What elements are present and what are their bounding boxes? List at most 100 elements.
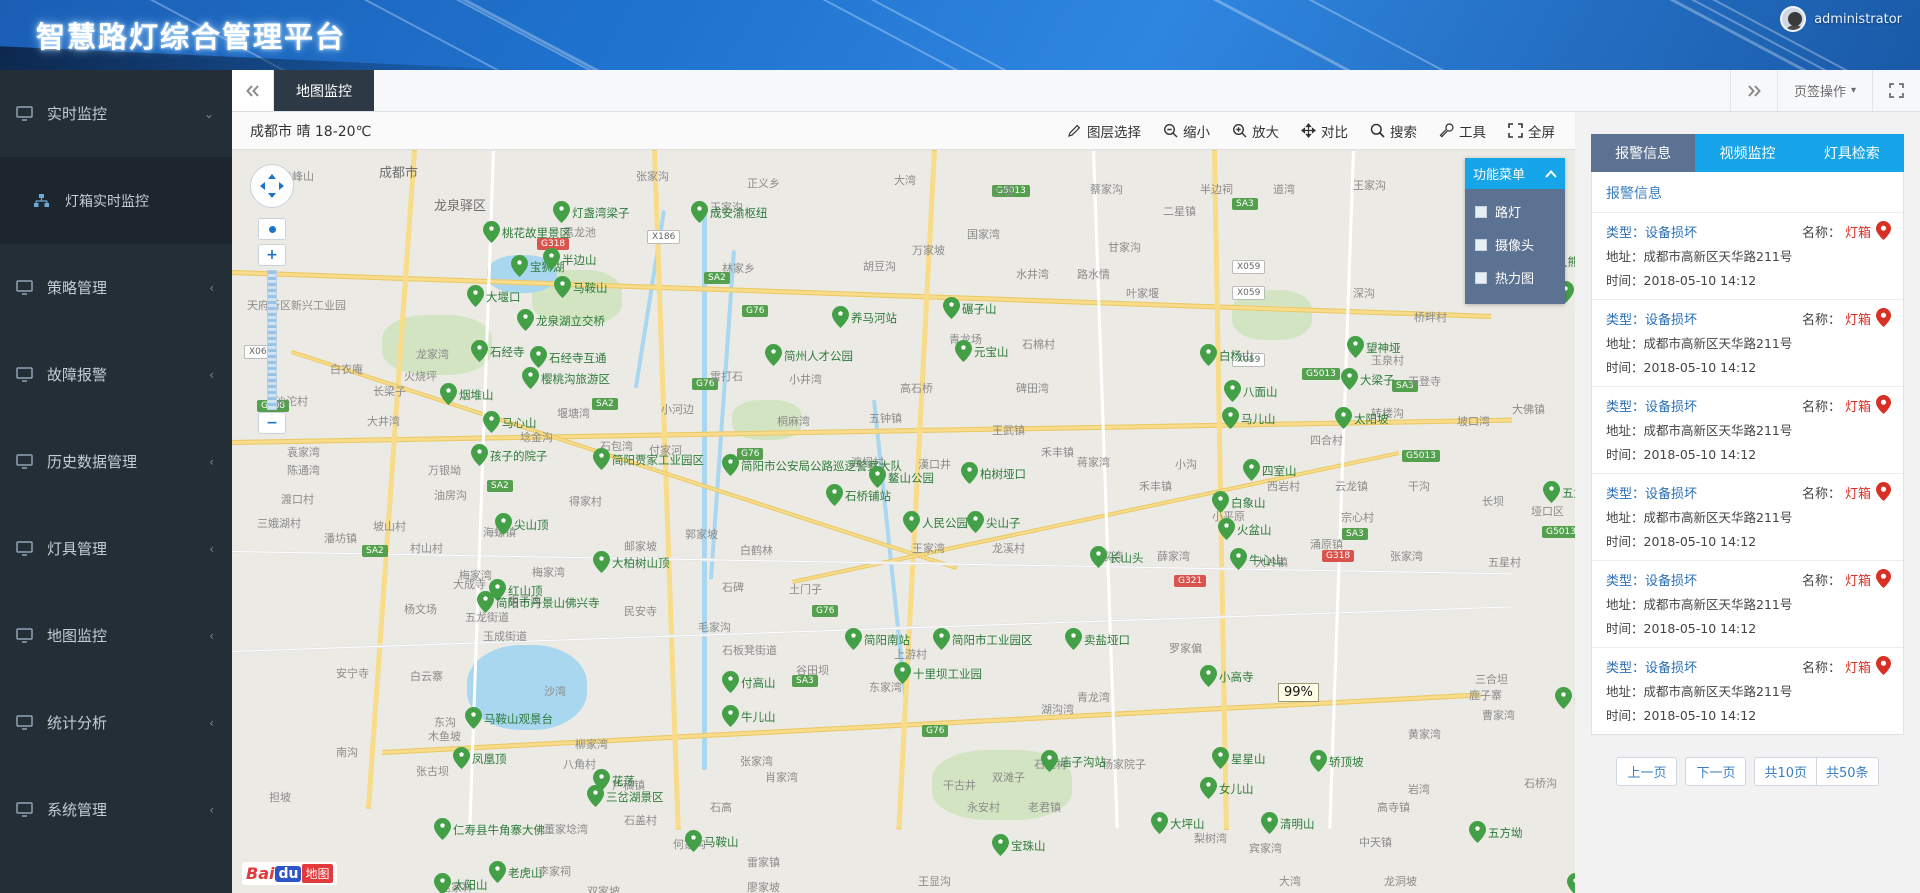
map-marker-39[interactable] [1230,548,1247,570]
map-marker-41[interactable] [593,551,610,573]
map-marker-29[interactable] [869,466,886,488]
map-marker-47[interactable] [894,662,911,684]
right-tab-0[interactable]: 报警信息 [1591,134,1696,172]
map-marker-33[interactable] [1212,491,1229,513]
alarm-item-0[interactable]: 类型：设备损坏 名称： 灯箱 地址：成都市高新区天华路211号 时间：2018-… [1592,212,1903,299]
alarm-locate-button[interactable] [1876,308,1891,331]
map-canvas[interactable]: G5013 SA3 G318 X186 SA2 X059 X059 G76 X0… [232,150,1575,893]
map-marker-14[interactable] [955,340,972,362]
function-option-1[interactable]: 摄像头 [1465,228,1565,261]
map-marker-37[interactable] [967,511,984,533]
map-tool-搜索[interactable]: 搜索 [1370,121,1417,141]
map-marker-53[interactable] [1041,750,1058,772]
map-marker-61[interactable] [1151,812,1168,834]
map-marker-55[interactable] [1310,750,1327,772]
tab-operations-button[interactable]: 页签操作 ▾ [1776,70,1872,111]
map-tool-工具[interactable]: 工具 [1439,121,1486,141]
map-marker-38[interactable] [495,513,512,535]
map-marker-66[interactable] [1469,821,1486,843]
alarm-locate-button[interactable] [1876,656,1891,679]
map-marker-57[interactable] [453,747,470,769]
map-center-button[interactable] [258,218,286,240]
map-marker-67[interactable] [489,861,506,883]
map-marker-48[interactable] [1200,665,1217,687]
alarm-locate-button[interactable] [1876,569,1891,592]
right-tab-1[interactable]: 视频监控 [1695,134,1800,172]
map-marker-13[interactable] [765,344,782,366]
map-marker-51[interactable] [1555,687,1572,709]
map-marker-31[interactable] [961,462,978,484]
function-option-0[interactable]: 路灯 [1465,195,1565,228]
sidebar-item-4[interactable]: 历史数据管理 ‹ [0,418,232,505]
map-marker-54[interactable] [1212,747,1229,769]
map-marker-40[interactable] [1090,546,1107,568]
map-tool-全屏[interactable]: 全屏 [1508,121,1555,141]
map-marker-46[interactable] [1065,628,1082,650]
sidebar-item-0[interactable]: 实时监控 ⌄ [0,70,232,157]
alarm-locate-button[interactable] [1876,221,1891,244]
map-marker-4[interactable] [543,248,560,270]
map-marker-1[interactable] [553,201,570,223]
map-marker-59[interactable] [587,785,604,807]
alarm-locate-button[interactable] [1876,482,1891,505]
map-tool-图层选择[interactable]: 图层选择 [1067,121,1141,141]
map-marker-27[interactable] [593,448,610,470]
user-menu[interactable]: administrator [1780,6,1902,32]
prev-page-button[interactable]: 上一页 [1616,757,1678,786]
function-menu-header[interactable]: 功能菜单 [1465,158,1565,189]
map-marker-20[interactable] [1224,380,1241,402]
map-marker-3[interactable] [511,255,528,277]
map-marker-70[interactable] [465,707,482,729]
map-zoom-in-button[interactable]: + [258,244,286,266]
map-marker-49[interactable] [722,671,739,693]
map-marker-0[interactable] [483,221,500,243]
function-option-2[interactable]: 热力图 [1465,261,1565,294]
fullscreen-button[interactable] [1872,70,1920,111]
map-marker-50[interactable] [722,705,739,727]
alarm-item-2[interactable]: 类型：设备损坏 名称： 灯箱 地址：成都市高新区天华路211号 时间：2018-… [1592,386,1903,473]
map-marker-2[interactable] [691,201,708,223]
map-marker-30[interactable] [826,484,843,506]
map-marker-21[interactable] [1222,407,1239,429]
checkbox-icon[interactable] [1475,238,1487,251]
sidebar-item-1[interactable]: 灯箱实时监控 [0,157,232,244]
alarm-item-1[interactable]: 类型：设备损坏 名称： 灯箱 地址：成都市高新区天华路211号 时间：2018-… [1592,299,1903,386]
map-marker-26[interactable] [471,444,488,466]
map-marker-10[interactable] [517,309,534,331]
map-marker-36[interactable] [903,511,920,533]
alarm-locate-button[interactable] [1876,395,1891,418]
map-marker-25[interactable] [483,411,500,433]
map-marker-44[interactable] [845,628,862,650]
map-marker-15[interactable] [471,340,488,362]
map-marker-45[interactable] [933,628,950,650]
right-tab-2[interactable]: 灯具检索 [1799,134,1904,172]
map-marker-24[interactable] [440,383,457,405]
next-page-button[interactable]: 下一页 [1685,757,1747,786]
map-zoom-slider[interactable] [267,270,277,410]
collapse-tabs-button[interactable] [232,70,274,111]
map-marker-16[interactable] [522,367,539,389]
map-marker-19[interactable] [1347,336,1364,358]
alarm-item-4[interactable]: 类型：设备损坏 名称： 灯箱 地址：成都市高新区天华路211号 时间：2018-… [1592,560,1903,647]
map-marker-63[interactable] [434,818,451,840]
map-marker-69[interactable] [1567,873,1575,893]
map-marker-11[interactable] [832,306,849,328]
map-marker-18[interactable] [1200,344,1217,366]
map-tool-对比[interactable]: 对比 [1301,121,1348,141]
map-marker-64[interactable] [685,830,702,852]
map-tool-缩小[interactable]: 缩小 [1163,121,1210,141]
map-marker-34[interactable] [1218,518,1235,540]
tab-map-monitor[interactable]: 地图监控 [274,70,374,111]
sidebar-item-7[interactable]: 统计分析 ‹ [0,679,232,766]
alarm-item-5[interactable]: 类型：设备损坏 名称： 灯箱 地址：成都市高新区天华路211号 时间：2018-… [1592,647,1903,734]
map-marker-68[interactable] [434,873,451,893]
sidebar-item-5[interactable]: 灯具管理 ‹ [0,505,232,592]
sidebar-item-8[interactable]: 系统管理 ‹ [0,766,232,853]
map-marker-17[interactable] [530,346,547,368]
checkbox-icon[interactable] [1475,205,1487,218]
map-marker-5[interactable] [554,276,571,298]
map-pan-control[interactable] [250,164,294,208]
map-tool-放大[interactable]: 放大 [1232,121,1279,141]
map-marker-32[interactable] [1243,459,1260,481]
expand-tabs-button[interactable] [1729,70,1777,111]
